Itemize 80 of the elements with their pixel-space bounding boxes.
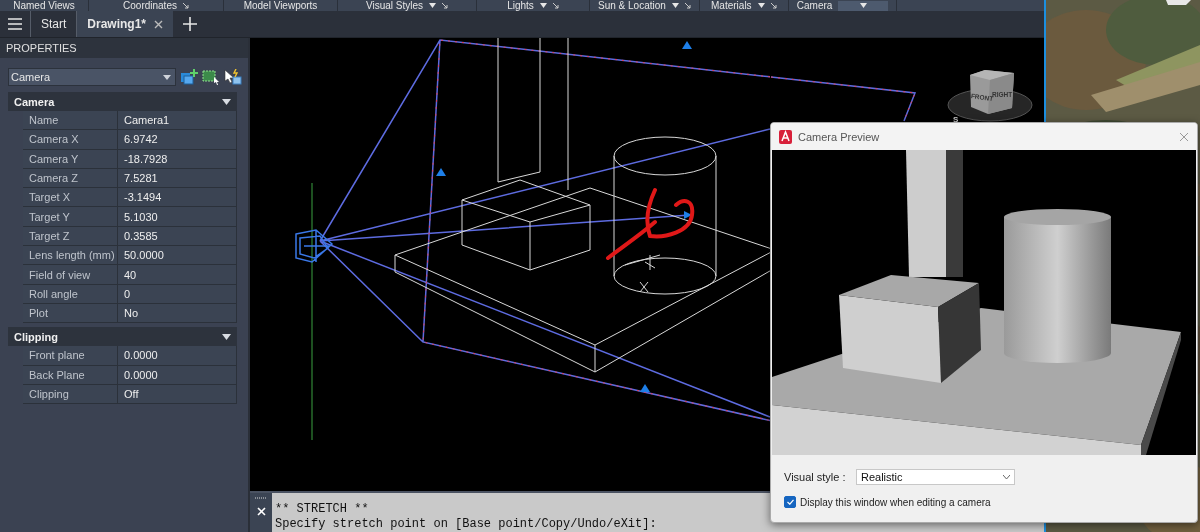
panel-title[interactable]: Model Viewports [243,0,318,11]
dropdown-caret-icon[interactable] [429,3,437,8]
property-name: Name [23,111,118,131]
section-header[interactable]: Camera [8,92,237,111]
command-output-line: Specify stretch point on [Base point/Copy/Undo/eXit]: [275,517,657,532]
file-tab[interactable]: Drawing1* [76,11,174,37]
property-value[interactable]: 6.9742 [118,130,237,150]
caret-icon [163,74,171,80]
property-value[interactable]: 0 [118,284,237,304]
panel-title[interactable]: Named Views [13,0,75,11]
property-name: Plot [23,303,118,324]
property-value[interactable]: Camera1 [118,111,237,131]
property-value[interactable]: 0.0000 [118,365,237,385]
caret-icon[interactable] [222,98,231,105]
cursor-lightning-icon[interactable] [224,69,242,85]
property-value[interactable]: Off [118,384,237,405]
visual-style-dropdown[interactable]: Realistic [856,469,1015,485]
ink-annotation-drawing[interactable] [606,188,695,260]
property-name: Field of view [23,265,118,285]
panel-title[interactable]: Sun & Location [598,0,666,11]
dropdown-caret-icon[interactable] [757,3,765,8]
section-header[interactable]: Clipping [8,327,237,347]
camera-combo-field[interactable] [838,0,889,11]
property-name: Camera X [23,130,118,150]
property-name: Camera Y [23,149,118,169]
command-output-line: ** STRETCH ** [275,502,370,517]
selection-cursor-icon[interactable] [202,69,220,85]
property-value[interactable]: 7.5281 [118,168,237,189]
property-value[interactable]: -3.1494 [118,188,237,208]
checkbox[interactable] [784,496,796,508]
close-icon[interactable] [154,19,164,29]
launcher-arrow-icon[interactable] [552,2,559,9]
app-logo-icon [779,129,792,144]
frustum-corner-line[interactable] [770,76,917,122]
checkmark-icon [786,499,794,505]
camera-frustum-drawing[interactable] [319,39,771,422]
dialog-title: Camera Preview [798,130,881,143]
compass-letter[interactable]: S [953,115,959,124]
plus-icon[interactable] [183,17,198,31]
caret-icon[interactable] [222,333,231,340]
property-value[interactable]: 40 [118,265,237,285]
property-name: Clipping [23,384,118,405]
launcher-arrow-icon[interactable] [770,2,777,9]
menu-icon[interactable] [8,18,22,30]
launcher-arrow-icon[interactable] [684,2,691,9]
section-title: Camera [14,95,55,108]
viewcube-drawing[interactable] [947,70,1033,122]
panel-title: PROPERTIES [0,38,248,58]
chevron-icon [1003,475,1010,479]
camera-glyph-icon[interactable] [295,229,334,263]
property-name: Target X [23,188,118,208]
property-value[interactable]: 0.3585 [118,226,237,247]
object-type-dropdown[interactable]: Camera [8,68,176,86]
caret-icon [859,3,867,8]
property-value[interactable]: 0.0000 [118,346,237,366]
dropdown-caret-icon[interactable] [539,3,547,8]
panel-title[interactable]: Materials [711,0,752,11]
property-name: Camera Z [23,168,118,189]
section-title: Clipping [14,330,58,343]
property-value[interactable]: 5.1030 [118,207,237,227]
property-name: Target Z [23,226,118,247]
panel-title[interactable]: Camera [796,0,833,11]
property-name: Back Plane [23,365,118,385]
panel-title[interactable]: Visual Styles [365,0,424,11]
launcher-arrow-icon[interactable] [442,2,449,9]
property-name: Lens length (mm) [23,246,118,266]
checkbox-label: Display this window when editing a camera [800,496,991,508]
property-value[interactable]: -18.7928 [118,149,237,169]
property-value[interactable]: 50.0000 [118,246,237,266]
property-name: Roll angle [23,284,118,304]
field-label: Visual style : [784,471,847,483]
grip-handle-icon[interactable] [255,497,267,499]
panel-title[interactable]: Coordinates [123,0,177,11]
launcher-arrow-icon[interactable] [182,2,189,9]
property-value[interactable]: No [118,303,237,324]
dropdown-caret-icon[interactable] [671,3,679,8]
panel-title[interactable]: Lights [507,0,534,11]
squares-plus-icon[interactable] [180,69,198,85]
property-name: Front plane [23,346,118,366]
property-name: Target Y [23,207,118,227]
